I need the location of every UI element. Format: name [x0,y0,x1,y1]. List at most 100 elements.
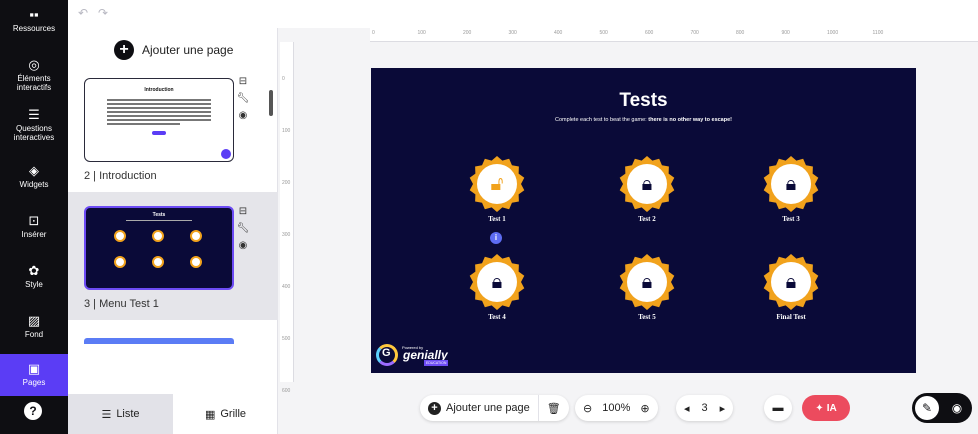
ruler-tick-label: 0 [372,30,375,36]
ruler-horizontal: 0 100 200 300 400 500 600 700 800 900 1000 1100 [370,28,978,42]
pencil-icon[interactable]: ✎ [915,396,939,420]
chevron-right-icon: ▸ [719,402,726,415]
lock-icon: 🔒︎ [641,173,653,195]
thumb-badge [190,230,202,242]
page-tools: ⊟ 🔧︎ ◉ [236,206,250,257]
zoom-controls: ⊖ 100% ⊕ [575,395,658,421]
tab-label: Liste [116,408,140,420]
pages-panel: + Ajouter une page Introduction ⊟ 🔧︎ ◉ 2… [68,28,278,434]
sidebar-item-interactive-questions[interactable]: ☰ Questions interactives [0,108,68,143]
ruler-tick-label: 1100 [872,30,884,36]
subtitle-bold-text: there is no other way to escape! [648,117,732,123]
ruler-tick-label: 0 [282,76,285,82]
add-page-button[interactable]: + Ajouter une page [114,40,233,60]
lock-icon: 🔒︎ [785,173,797,195]
comments-button[interactable]: ▬ [764,395,792,421]
thumb-plus-icon [221,149,231,159]
test-badge[interactable]: 🔓︎ Test 1 [457,156,537,223]
undo-icon[interactable]: ↶ [78,6,88,20]
page-thumbnail[interactable]: Tests [84,206,234,290]
sidebar-item-label: Widgets [19,180,49,189]
sidebar-item-widgets[interactable]: ◈ Widgets [0,163,68,190]
panel-scrollbar[interactable] [269,90,273,116]
test-badge[interactable]: 🔒︎ Final Test [751,254,831,321]
ruler-tick-label: 400 [282,284,291,290]
left-sidebar: ▪▪ Ressources ◎ Éléments interactifs ☰ Q… [0,0,68,434]
wrench-icon[interactable]: 🔧︎ [236,93,250,110]
add-page-bottom-button[interactable]: + Ajouter une page [420,395,538,421]
page-thumbnail-partial[interactable] [84,338,234,344]
help-icon[interactable]: ? [24,402,42,420]
page-label: 3 | Menu Test 1 [84,298,159,310]
thumb-button [152,131,166,135]
delete-button[interactable]: 🗑︎ [537,395,569,421]
comment-icon: ▬ [772,402,784,414]
grid-icon: ▦ [204,408,216,421]
eye-icon[interactable]: ◉ [947,396,967,420]
bottom-toolbar: + Ajouter une page 🗑︎ [420,395,569,421]
ruler-vertical: 0 100 200 300 400 500 600 [280,42,294,394]
eye-icon[interactable]: ◉ [236,110,250,127]
tab-grid[interactable]: ▦ Grille [173,394,278,434]
interactivity-icon[interactable]: ⊟ [236,206,250,223]
ruler-tick-label: 200 [463,30,472,36]
test-badge[interactable]: 🔒︎ Test 2 [607,156,687,223]
locked-badge: 🔒︎ [469,254,525,310]
sidebar-item-label: Insérer [21,230,47,239]
test-badge-label: Final Test [776,313,806,321]
zoom-out-button[interactable]: ⊖ [575,395,600,421]
sidebar-item-label: Fond [24,330,44,339]
interactive-elements-icon: ◎ [28,57,40,72]
slide-canvas[interactable]: Tests Complete each test to beat the gam… [371,68,916,373]
test-badge[interactable]: 🔒︎ Test 5 [607,254,687,321]
test-badge-label: Test 1 [488,215,506,223]
redo-icon[interactable]: ↷ [98,6,108,20]
ruler-tick-label: 700 [690,30,699,36]
page-navigation: ◂ 3 ▸ [676,395,734,421]
interactivity-icon[interactable]: ⊟ [236,76,250,93]
slide-title[interactable]: Tests [371,90,916,112]
slide-subtitle[interactable]: Complete each test to beat the game: the… [371,117,916,123]
genially-logo: G Powered by genially EDUCATION [376,344,466,366]
plus-icon: + [114,40,134,60]
sidebar-item-label: Éléments interactifs [16,74,52,92]
test-badge[interactable]: 🔒︎ Test 4 [457,254,537,321]
sidebar-item-pages[interactable]: ▣ Pages [0,354,68,396]
page-thumbnail[interactable]: Introduction [84,78,234,162]
view-tabs: ☰ Liste ▦ Grille [68,394,278,434]
sidebar-item-label: Pages [22,378,46,387]
sidebar-item-style[interactable]: ✿ Style [0,263,68,290]
ruler-tick-label: 300 [508,30,517,36]
tab-list[interactable]: ☰ Liste [68,394,173,434]
tab-label: Grille [220,408,247,420]
ai-button[interactable]: ✦ IA [802,395,850,421]
wrench-icon[interactable]: 🔧︎ [236,223,250,240]
next-page-button[interactable]: ▸ [712,395,734,421]
sidebar-item-resources[interactable]: ▪▪ Ressources [0,8,68,34]
previous-page-button[interactable]: ◂ [676,395,698,421]
zoom-value[interactable]: 100% [600,395,632,421]
locked-badge: 🔒︎ [763,254,819,310]
widgets-icon: ◈ [29,163,39,178]
edit-view-toggle[interactable]: ✎ ◉ [912,393,972,423]
page-row-menu-test[interactable]: Tests ⊟ 🔧︎ ◉ 3 | Menu Test 1 [68,192,278,320]
ruler-tick-label: 600 [645,30,654,36]
sidebar-item-label: Style [25,280,43,289]
sidebar-item-background[interactable]: ▨ Fond [0,314,68,340]
style-icon: ✿ [28,263,40,278]
sparkle-icon: ✦ [815,402,824,414]
page-label: 2 | Introduction [84,170,157,182]
sidebar-item-label: Questions interactives [13,124,55,142]
test-badge[interactable]: 🔒︎ Test 3 [751,156,831,223]
sidebar-item-interactive-elements[interactable]: ◎ Éléments interactifs [0,57,68,93]
locked-badge: 🔒︎ [619,254,675,310]
page-number[interactable]: 3 [698,395,712,421]
info-icon[interactable]: i [490,232,502,244]
eye-icon[interactable]: ◉ [236,240,250,257]
sidebar-item-insert[interactable]: ⊡ Insérer [0,214,68,240]
thumb-badge [114,230,126,242]
thumb-badge [152,256,164,268]
zoom-in-button[interactable]: ⊕ [632,395,657,421]
test-badge-label: Test 2 [638,215,656,223]
page-row-introduction[interactable]: Introduction ⊟ 🔧︎ ◉ 2 | Introduction [68,72,278,190]
